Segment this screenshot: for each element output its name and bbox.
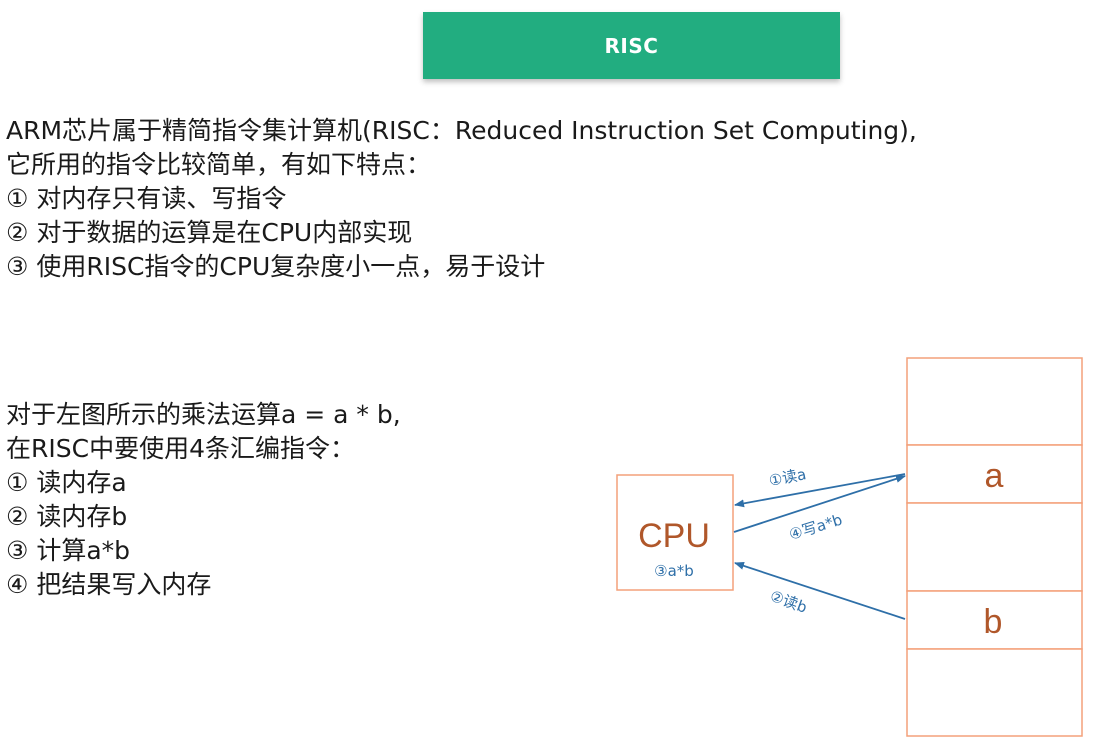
cpu-operation-label: ③a*b <box>654 562 694 580</box>
intro-line: ARM芯片属于精简指令集计算机(RISC：Reduced Instruction… <box>6 116 917 145</box>
cpu-label: CPU <box>638 517 710 555</box>
intro-text: ARM芯片属于精简指令集计算机(RISC：Reduced Instruction… <box>6 114 917 284</box>
example-line: 在RISC中要使用4条汇编指令： <box>6 434 355 463</box>
arrow-label-read-a: ①读a <box>767 465 807 490</box>
arrow-label-write-ab: ④写a*b <box>787 511 845 544</box>
arrow-read-a <box>734 473 906 508</box>
arrow-read-b <box>734 562 906 620</box>
arrow-label-read-b: ②读b <box>768 587 810 617</box>
intro-line: 它所用的指令比较简单，有如下特点： <box>6 150 432 179</box>
title-banner: RISC <box>423 12 840 79</box>
memory-column: a b <box>906 357 1083 737</box>
example-line: 对于左图所示的乘法运算a = a * b, <box>6 400 401 429</box>
example-text: 对于左图所示的乘法运算a = a * b, 在RISC中要使用4条汇编指令： ①… <box>6 398 401 602</box>
intro-line: ① 对内存只有读、写指令 <box>6 184 287 213</box>
memory-cell <box>906 502 1083 592</box>
memory-label-a: a <box>985 457 1004 495</box>
example-line: ① 读内存a <box>6 468 127 497</box>
example-line: ④ 把结果写入内存 <box>6 570 212 599</box>
intro-line: ② 对于数据的运算是在CPU内部实现 <box>6 218 413 247</box>
memory-cell <box>906 648 1083 737</box>
example-line: ③ 计算a*b <box>6 536 131 565</box>
memory-cell <box>906 357 1083 446</box>
example-line: ② 读内存b <box>6 502 128 531</box>
banner-title: RISC <box>604 33 659 58</box>
cpu-memory-diagram: CPU ③a*b a b ①读a ④写a*b ②读b <box>616 357 1083 737</box>
intro-line: ③ 使用RISC指令的CPU复杂度小一点，易于设计 <box>6 252 546 281</box>
memory-label-b: b <box>984 603 1003 641</box>
